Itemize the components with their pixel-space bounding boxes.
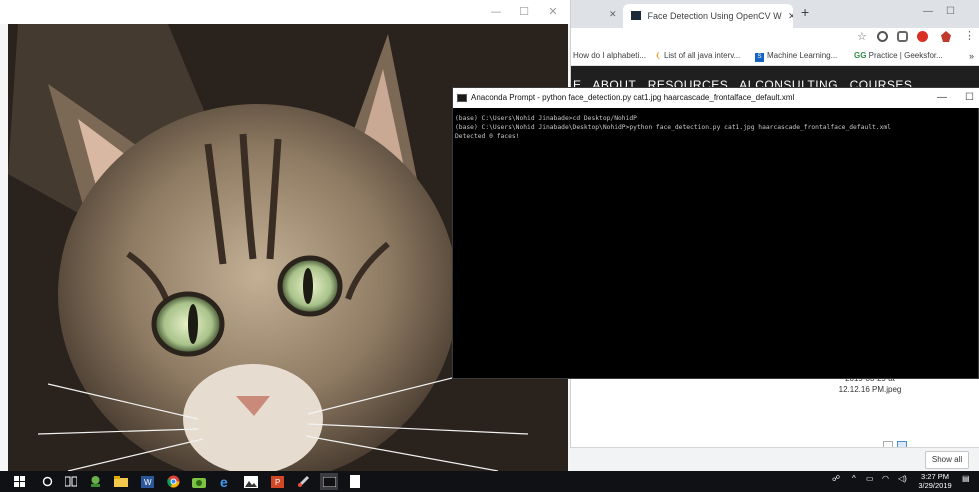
extension-icon[interactable] bbox=[941, 31, 951, 42]
svg-text:W: W bbox=[144, 478, 152, 487]
viewer-minimize-button[interactable]: — bbox=[486, 4, 506, 20]
edge-icon[interactable]: e bbox=[216, 473, 234, 490]
browser-tabstrip: ✕ Face Detection Using OpenCV W ✕ + — ☐ bbox=[571, 0, 979, 28]
console-icon[interactable] bbox=[320, 473, 338, 490]
chrome-icon[interactable] bbox=[164, 473, 182, 490]
camera-icon[interactable] bbox=[190, 473, 208, 490]
taskbar-clock[interactable]: 3:27 PM 3/29/2019 bbox=[915, 472, 955, 490]
console-line: (base) C:\Users\Nohid Jinabade>cd Deskto… bbox=[455, 115, 637, 122]
bookmark-item[interactable]: How do I alphabeti... bbox=[573, 50, 646, 62]
console-minimize-button[interactable]: — bbox=[937, 88, 947, 108]
tab-face-detection[interactable]: Face Detection Using OpenCV W ✕ bbox=[623, 4, 793, 28]
more-bookmarks-icon[interactable]: » bbox=[969, 50, 974, 62]
browser-toolbar: ☆ ⋮ bbox=[571, 28, 979, 46]
app-icon[interactable] bbox=[86, 473, 104, 490]
bookmark-icon: S bbox=[755, 53, 764, 62]
powerpoint-icon[interactable]: P bbox=[268, 473, 286, 490]
clock-date: 3/29/2019 bbox=[918, 481, 952, 490]
console-maximize-button[interactable]: ☐ bbox=[965, 88, 974, 108]
new-tab-button[interactable]: + bbox=[801, 4, 809, 20]
photos-icon[interactable] bbox=[242, 473, 260, 490]
word-icon[interactable]: W bbox=[138, 473, 156, 490]
bookmark-label: Practice | Geeksfor... bbox=[868, 51, 943, 60]
people-icon[interactable]: ☍ bbox=[832, 474, 840, 483]
bookmark-item[interactable]: GG Practice | Geeksfor... bbox=[854, 50, 943, 62]
paint-icon[interactable] bbox=[294, 473, 312, 490]
adblock-extension-icon[interactable] bbox=[917, 31, 928, 42]
bookmark-item[interactable]: ❨ List of all java interv... bbox=[655, 50, 740, 62]
tab-favicon-icon bbox=[631, 11, 641, 20]
show-all-button[interactable]: Show all bbox=[925, 451, 969, 469]
console-output: (base) C:\Users\Nohid Jinabade>cd Deskto… bbox=[453, 110, 978, 378]
console-window[interactable]: Anaconda Prompt - python face_detection.… bbox=[452, 87, 979, 379]
extension-icon[interactable] bbox=[877, 31, 888, 42]
browser-maximize-button[interactable]: ☐ bbox=[946, 6, 955, 17]
search-icon[interactable] bbox=[38, 473, 56, 490]
bookmark-label: List of all java interv... bbox=[663, 51, 741, 60]
console-icon bbox=[457, 94, 467, 102]
windows-start-icon[interactable] bbox=[10, 473, 28, 490]
tab-close-icon[interactable]: ✕ bbox=[788, 11, 793, 21]
wifi-icon[interactable]: ◠ bbox=[882, 474, 889, 483]
bookmarks-bar: How do I alphabeti... ❨ List of all java… bbox=[571, 46, 979, 66]
menu-icon[interactable]: ⋮ bbox=[964, 29, 975, 42]
svg-text:P: P bbox=[275, 478, 280, 487]
tray-chevron-icon[interactable]: ^ bbox=[852, 474, 856, 483]
viewer-close-button[interactable]: ✕ bbox=[543, 4, 563, 20]
tab-close-icon[interactable]: ✕ bbox=[609, 9, 617, 20]
camera-extension-icon[interactable] bbox=[897, 31, 908, 42]
console-line: (base) C:\Users\Nohid Jinabade\Desktop\N… bbox=[455, 124, 891, 131]
task-view-icon[interactable] bbox=[62, 473, 80, 490]
console-title: Anaconda Prompt - python face_detection.… bbox=[471, 93, 795, 102]
viewer-maximize-button[interactable]: ☐ bbox=[514, 4, 534, 20]
taskbar: W e P ☍ ^ ▭ ◠ ◁) 3:27 PM 3/29/2019 ▤ bbox=[0, 471, 979, 492]
browser-minimize-button[interactable]: — bbox=[923, 6, 933, 17]
bookmark-icon: GG bbox=[854, 51, 869, 60]
volume-icon[interactable]: ◁) bbox=[898, 474, 907, 483]
console-titlebar: Anaconda Prompt - python face_detection.… bbox=[453, 88, 979, 108]
viewer-titlebar: — ☐ ✕ bbox=[0, 0, 570, 24]
downloads-bar bbox=[570, 447, 979, 471]
bookmark-label: Machine Learning... bbox=[767, 51, 838, 60]
tab-title: Face Detection Using OpenCV W bbox=[647, 11, 782, 21]
clock-time: 3:27 PM bbox=[921, 472, 949, 481]
console-line: Detected 0 faces! bbox=[455, 133, 520, 140]
svg-text:e: e bbox=[220, 475, 228, 488]
notifications-icon[interactable]: ▤ bbox=[962, 474, 970, 483]
file-explorer-icon[interactable] bbox=[112, 473, 130, 490]
notepad-icon[interactable] bbox=[346, 473, 364, 490]
bookmark-item[interactable]: S Machine Learning... bbox=[755, 50, 837, 62]
bookmark-star-icon[interactable]: ☆ bbox=[857, 30, 867, 43]
battery-icon[interactable]: ▭ bbox=[866, 474, 874, 483]
bookmark-icon: ❨ bbox=[655, 51, 664, 60]
